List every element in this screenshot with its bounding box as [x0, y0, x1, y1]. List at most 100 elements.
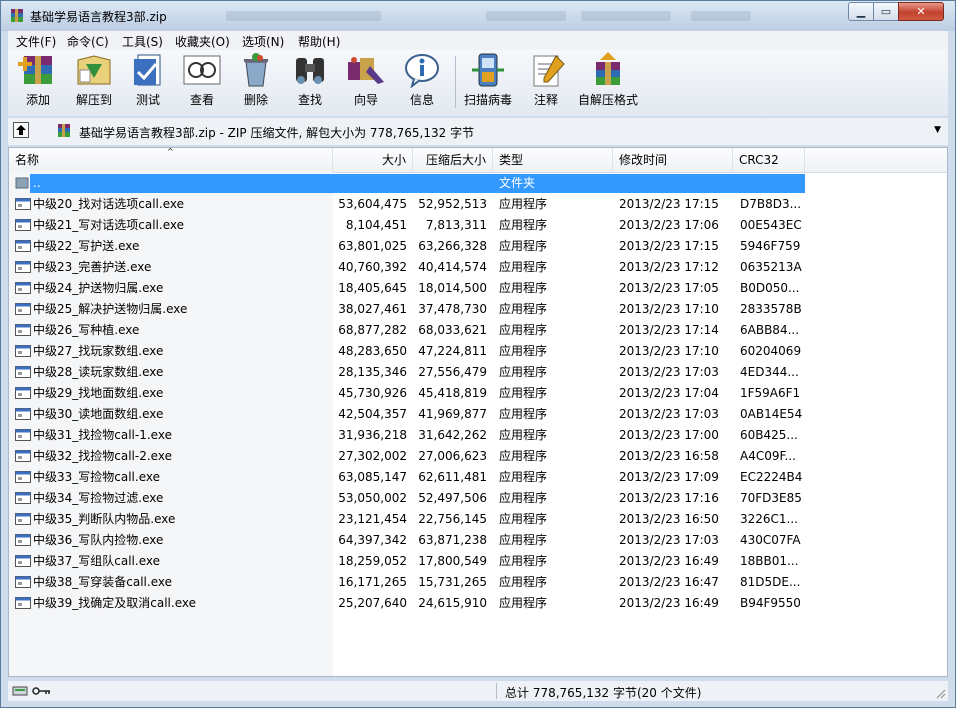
file-type: 应用程序 [499, 197, 548, 211]
toolbar-add-button[interactable]: 添加 [12, 52, 64, 114]
status-summary: 总计 778,765,132 字节(20 个文件) [505, 686, 702, 700]
file-crc32: EC2224B4 [740, 470, 803, 484]
file-type: 应用程序 [499, 260, 548, 274]
file-packed-size: 18,014,500 [418, 281, 487, 295]
file-row[interactable]: 中级35_判断队内物品.exe 23,121,454 22,756,145 应用程序 2… [9, 509, 947, 530]
file-name: 中级26_写种植.exe [33, 323, 140, 337]
file-name: 中级28_读玩家数组.exe [33, 365, 164, 379]
menu-help[interactable]: 帮助(H) [298, 33, 340, 50]
file-packed-size: 63,871,238 [418, 533, 487, 547]
menu-commands[interactable]: 命令(C) [67, 33, 109, 50]
column-header-name[interactable]: 名称 ^ [9, 147, 333, 172]
file-row[interactable]: 中级38_写穿装备call.exe 16,171,265 15,731,265 应用程… [9, 572, 947, 593]
file-modified: 2013/2/23 17:00 [619, 428, 719, 442]
file-size: 27,302,002 [338, 449, 407, 463]
file-row[interactable]: 中级23_完善护送.exe 40,760,392 40,414,574 应用程序 201… [9, 257, 947, 278]
column-header-packed[interactable]: 压缩后大小 [413, 148, 493, 172]
minimize-button[interactable]: ▁ [848, 2, 874, 21]
file-packed-size: 15,731,265 [418, 575, 487, 589]
file-row[interactable]: 中级37_写组队call.exe 18,259,052 17,800,549 应用程序… [9, 551, 947, 572]
comment-icon [533, 55, 565, 87]
up-folder-button[interactable] [13, 122, 29, 138]
file-row[interactable]: 中级22_写护送.exe 63,801,025 63,266,328 应用程序 2013… [9, 236, 947, 257]
file-row[interactable]: 中级31_找捡物call-1.exe 31,936,218 31,642,262 应用… [9, 425, 947, 446]
file-modified: 2013/2/23 17:04 [619, 386, 719, 400]
file-row[interactable]: 中级33_写捡物call.exe 63,085,147 62,611,481 应用程序… [9, 467, 947, 488]
file-packed-size: 24,615,910 [418, 596, 487, 610]
file-packed-size: 31,642,262 [418, 428, 487, 442]
menu-file[interactable]: 文件(F) [16, 33, 56, 50]
address-path-field[interactable]: 基础学易语言教程3部.zip - ZIP 压缩文件, 解包大小为 778,765… [53, 121, 943, 141]
file-crc32: 81D5DE... [740, 575, 801, 589]
close-icon: ✕ [916, 5, 926, 18]
toolbar-comment-button[interactable]: 注释 [526, 52, 566, 114]
column-header-modified[interactable]: 修改时间 [613, 148, 733, 172]
file-size: 48,283,650 [338, 344, 407, 358]
file-modified: 2013/2/23 17:15 [619, 239, 719, 253]
column-crc32-label: CRC32 [739, 153, 779, 167]
file-row[interactable]: 中级24_护送物归属.exe 18,405,645 18,014,500 应用程序 20… [9, 278, 947, 299]
file-crc32: 430C07FA [740, 533, 801, 547]
file-row[interactable]: 中级28_读玩家数组.exe 28,135,346 27,556,479 应用程序 20… [9, 362, 947, 383]
menu-tools[interactable]: 工具(S) [122, 33, 163, 50]
file-row[interactable]: 中级26_写种植.exe 68,877,282 68,033,621 应用程序 2013… [9, 320, 947, 341]
file-name: 中级36_写队内捡物.exe [33, 533, 164, 547]
column-modified-label: 修改时间 [619, 153, 668, 167]
maximize-icon: ▭ [880, 5, 892, 18]
file-row[interactable]: 中级20_找对话选项call.exe 53,604,475 52,952,513 应用… [9, 194, 947, 215]
file-row[interactable]: 中级30_读地面数组.exe 42,504,357 41,969,877 应用程序 20… [9, 404, 947, 425]
close-button[interactable]: ✕ [898, 2, 944, 21]
toolbar-info-label: 信息 [409, 93, 434, 107]
column-size-label: 大小 [381, 153, 406, 167]
file-crc32: 5946F759 [740, 239, 801, 253]
exe-file-icon [15, 471, 31, 483]
toolbar-wizard-label: 向导 [353, 93, 378, 107]
column-header-type[interactable]: 类型 [493, 148, 613, 172]
toolbar-info-button[interactable]: 信息 [400, 52, 444, 114]
column-header-crc32[interactable]: CRC32 [733, 148, 805, 172]
file-row[interactable]: 中级36_写队内捡物.exe 64,397,342 63,871,238 应用程序 20… [9, 530, 947, 551]
maximize-button[interactable]: ▭ [873, 2, 899, 21]
parent-folder-row[interactable]: .. 文件夹 [9, 173, 947, 194]
toolbar-virus-scan-button[interactable]: 扫描病毒 [460, 52, 516, 114]
file-modified: 2013/2/23 17:15 [619, 197, 719, 211]
file-row[interactable]: 中级29_找地面数组.exe 45,730,926 45,418,819 应用程序 20… [9, 383, 947, 404]
info-icon [405, 54, 439, 88]
file-row[interactable]: 中级34_写捡物过滤.exe 53,050,002 52,497,506 应用程序 20… [9, 488, 947, 509]
delete-icon [244, 53, 268, 87]
file-row[interactable]: 中级25_解决护送物归属.exe 38,027,461 37,478,730 应用程序… [9, 299, 947, 320]
toolbar-test-label: 测试 [135, 93, 160, 107]
address-path-text: 基础学易语言教程3部.zip - ZIP 压缩文件, 解包大小为 778,765… [79, 126, 475, 140]
file-size: 16,171,265 [338, 575, 407, 589]
menu-options[interactable]: 选项(N) [242, 33, 284, 50]
toolbar-view-button[interactable]: 查看 [180, 52, 224, 114]
drive-and-key-icon[interactable] [12, 684, 52, 698]
toolbar-wizard-button[interactable]: 向导 [344, 52, 388, 114]
toolbar-test-button[interactable]: 测试 [126, 52, 170, 114]
file-type: 应用程序 [499, 512, 548, 526]
menu-favorites[interactable]: 收藏夹(O) [175, 33, 230, 50]
toolbar-find-label: 查找 [297, 93, 322, 107]
resize-grip-icon[interactable] [936, 689, 946, 699]
file-row[interactable]: 中级32_找捡物call-2.exe 27,302,002 27,006,623 应用… [9, 446, 947, 467]
file-type: 应用程序 [499, 323, 548, 337]
parent-folder-name: .. [33, 176, 41, 190]
sort-ascending-icon: ^ [167, 147, 174, 156]
file-row[interactable]: 中级39_找确定及取消call.exe 25,207,640 24,615,910 应… [9, 593, 947, 614]
title-bar[interactable]: 基础学易语言教程3部.zip ▁ ▭ ✕ [1, 1, 955, 31]
dropdown-arrow-icon[interactable]: ▼ [934, 125, 941, 135]
exe-file-icon [15, 387, 31, 399]
column-header-size[interactable]: 大小 [333, 148, 413, 172]
toolbar-sfx-button[interactable]: 自解压格式 [576, 52, 640, 114]
file-row[interactable]: 中级27_找玩家数组.exe 48,283,650 47,224,811 应用程序 20… [9, 341, 947, 362]
toolbar-find-button[interactable]: 查找 [288, 52, 332, 114]
file-crc32: D7B8D3... [740, 197, 802, 211]
file-size: 38,027,461 [338, 302, 407, 316]
file-row[interactable]: 中级21_写对话选项call.exe 8,104,451 7,813,311 应用程序… [9, 215, 947, 236]
file-modified: 2013/2/23 17:05 [619, 281, 719, 295]
toolbar-delete-button[interactable]: 删除 [234, 52, 278, 114]
file-name: 中级31_找捡物call-1.exe [33, 428, 172, 442]
file-type: 应用程序 [499, 491, 548, 505]
toolbar-extract-button[interactable]: 解压到 [70, 52, 118, 114]
exe-file-icon [15, 429, 31, 441]
